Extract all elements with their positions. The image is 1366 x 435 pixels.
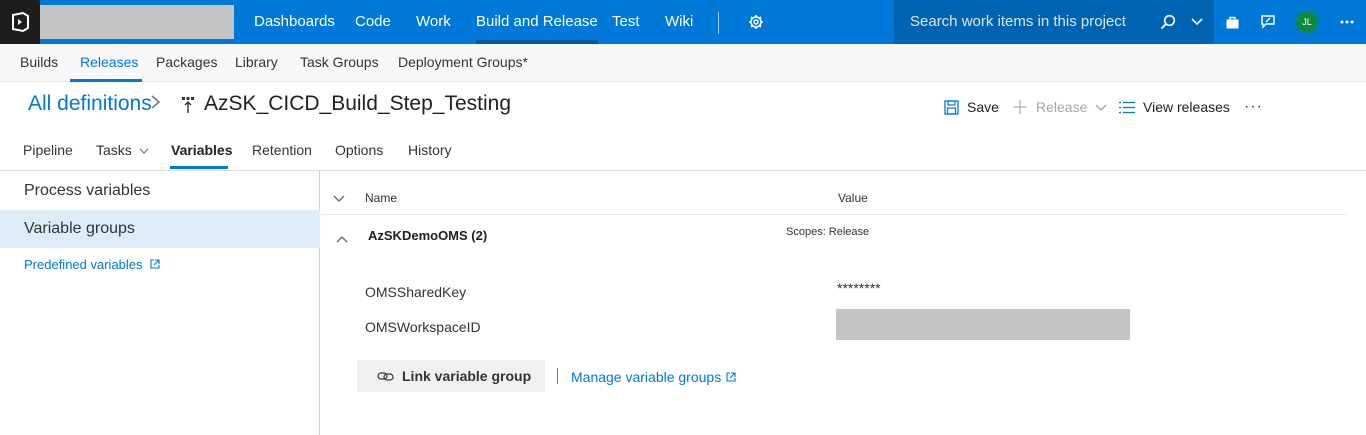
- settings-gear-icon[interactable]: [746, 0, 766, 44]
- search-icon[interactable]: [1158, 0, 1178, 44]
- save-label: Save: [967, 99, 999, 115]
- nav-build-and-release[interactable]: Build and Release: [476, 0, 598, 44]
- process-variables-item[interactable]: Process variables: [0, 172, 320, 210]
- variable-groups-item[interactable]: Variable groups: [0, 210, 320, 248]
- subnav-builds[interactable]: Builds: [20, 44, 58, 82]
- list-icon: [1119, 101, 1135, 114]
- variable-group-row[interactable]: AzSKDemoOMS (2) Scopes: Release: [321, 215, 1347, 255]
- variable-group-name: AzSKDemoOMS (2): [368, 228, 488, 243]
- vsts-logo-icon[interactable]: [0, 0, 40, 44]
- release-button[interactable]: Release: [1012, 96, 1107, 118]
- predefined-variables-label: Predefined variables: [24, 257, 143, 272]
- external-link-icon: [150, 257, 160, 272]
- tab-history[interactable]: History: [408, 140, 452, 170]
- more-actions-button[interactable]: ···: [1244, 96, 1263, 118]
- release-definition-icon: [180, 96, 196, 114]
- chevron-down-icon[interactable]: [1188, 0, 1206, 44]
- release-label: Release: [1036, 99, 1088, 115]
- manage-variable-groups-link[interactable]: Manage variable groups: [571, 369, 736, 385]
- link-variable-group-button[interactable]: Link variable group: [357, 360, 545, 392]
- marketplace-bag-icon[interactable]: [1222, 0, 1242, 44]
- variable-value-redacted: [836, 309, 1130, 340]
- link-variable-group-label: Link variable group: [402, 368, 532, 384]
- subnav-packages[interactable]: Packages: [156, 44, 217, 82]
- project-name-redacted[interactable]: [40, 5, 234, 39]
- breadcrumb-all-definitions[interactable]: All definitions: [28, 92, 152, 116]
- tab-pipeline[interactable]: Pipeline: [23, 140, 73, 170]
- variable-value-secret: ********: [837, 280, 881, 296]
- manage-variable-groups-label: Manage variable groups: [571, 369, 722, 385]
- search-placeholder[interactable]: Search work items in this project: [910, 0, 1126, 44]
- sub-navigation: Builds Releases Packages Library Task Gr…: [0, 44, 1366, 82]
- subnav-task-groups[interactable]: Task Groups: [300, 44, 379, 82]
- column-header-name[interactable]: Name: [365, 191, 397, 205]
- nav-test[interactable]: Test: [612, 0, 640, 44]
- link-icon: [377, 371, 394, 382]
- nav-divider: [718, 12, 719, 34]
- tab-options[interactable]: Options: [335, 140, 383, 170]
- view-releases-button[interactable]: View releases: [1119, 96, 1230, 118]
- variables-left-panel: Process variables Variable groups Predef…: [0, 171, 320, 435]
- plus-icon: [1012, 99, 1028, 115]
- nav-code[interactable]: Code: [355, 0, 391, 44]
- tab-retention[interactable]: Retention: [252, 140, 312, 170]
- variable-name: OMSWorkspaceID: [365, 319, 481, 335]
- variables-grid-header: Name Value: [321, 180, 1347, 215]
- top-navigation-bar: Dashboards Code Work Build and Release T…: [0, 0, 1366, 44]
- tab-active-indicator: [170, 166, 228, 169]
- work-item-search-box[interactable]: Search work items in this project: [894, 0, 1214, 44]
- tab-tasks[interactable]: Tasks: [96, 140, 149, 170]
- chevron-up-icon[interactable]: [336, 230, 348, 246]
- save-button[interactable]: Save: [944, 96, 999, 118]
- subnav-library[interactable]: Library: [235, 44, 278, 82]
- feedback-icon[interactable]: [1258, 0, 1278, 44]
- user-avatar[interactable]: JL: [1296, 11, 1318, 33]
- breadcrumb-chevron-icon: [150, 93, 162, 117]
- collapse-all-chevron-icon[interactable]: [333, 192, 345, 206]
- more-options-icon[interactable]: [1338, 0, 1356, 44]
- external-link-icon: [726, 372, 736, 382]
- nav-dashboards[interactable]: Dashboards: [254, 0, 335, 44]
- view-releases-label: View releases: [1143, 99, 1230, 115]
- nav-wiki[interactable]: Wiki: [665, 0, 693, 44]
- table-row: OMSWorkspaceID: [321, 310, 1347, 346]
- chevron-down-icon: [139, 142, 149, 158]
- chevron-down-icon: [1095, 99, 1107, 115]
- subnav-deployment-groups[interactable]: Deployment Groups*: [398, 44, 528, 82]
- subnav-releases[interactable]: Releases: [80, 44, 138, 82]
- nav-work[interactable]: Work: [416, 0, 451, 44]
- column-header-value[interactable]: Value: [838, 191, 868, 205]
- save-icon: [944, 99, 959, 115]
- page-title: AzSK_CICD_Build_Step_Testing: [204, 92, 512, 115]
- variable-name: OMSSharedKey: [365, 284, 467, 300]
- predefined-variables-link[interactable]: Predefined variables: [24, 257, 160, 272]
- subnav-active-indicator: [70, 79, 142, 82]
- action-divider: [557, 368, 558, 384]
- variable-group-scope: Scopes: Release: [786, 226, 870, 238]
- tab-tasks-label: Tasks: [96, 142, 132, 158]
- table-row: OMSSharedKey ********: [321, 275, 1347, 311]
